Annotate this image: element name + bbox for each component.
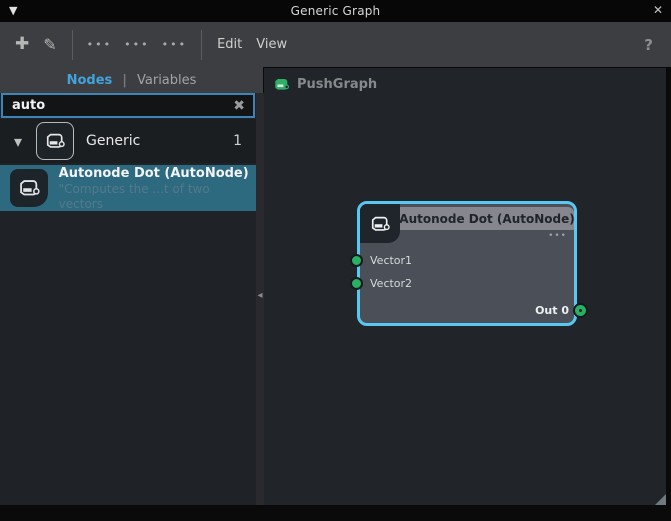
category-count: 1 — [233, 133, 242, 149]
search-result-autonode-dot[interactable]: Autonode Dot (AutoNode) "Computes the ..… — [0, 165, 256, 211]
input-row-vector1: Vector1 — [350, 254, 412, 267]
toolbar-separator — [201, 30, 202, 60]
menu-edit[interactable]: Edit — [210, 33, 249, 56]
input-pin-vector2[interactable] — [350, 277, 363, 290]
result-title: Autonode Dot (AutoNode) — [59, 165, 256, 182]
tab-nodes[interactable]: Nodes — [67, 73, 113, 88]
window-menu-icon[interactable]: ▼ — [9, 4, 17, 17]
output-row-out0: Out 0 — [535, 304, 586, 317]
ellipsis-button-2[interactable]: ••• — [118, 34, 155, 55]
output-pin-out0[interactable] — [575, 305, 586, 316]
menu-view[interactable]: View — [249, 33, 294, 56]
close-icon[interactable]: ✕ — [653, 3, 663, 17]
category-icon-button[interactable] — [36, 122, 74, 160]
edit-pencil-button[interactable]: ✎ — [36, 33, 63, 57]
input-pin-vector1[interactable] — [350, 254, 363, 267]
search-input[interactable]: auto ✖ — [1, 93, 255, 118]
ellipsis-button-1[interactable]: ••• — [81, 34, 118, 55]
input-label-vector1: Vector1 — [370, 254, 412, 267]
help-button[interactable]: ? — [634, 32, 663, 58]
sidebar-tab-strip: Nodes | Variables — [0, 67, 263, 93]
tab-variables[interactable]: Variables — [137, 73, 196, 88]
window-resize-grip[interactable] — [655, 494, 666, 505]
bottom-edge — [0, 505, 671, 521]
result-text: Autonode Dot (AutoNode) "Computes the ..… — [59, 165, 256, 212]
generic-graph-window: ▼ Generic Graph ✕ ✚ ✎ ••• ••• ••• Edit V… — [0, 0, 671, 521]
graph-tag-icon — [273, 76, 290, 93]
ellipsis-button-3[interactable]: ••• — [156, 34, 193, 55]
sidebar-resize-divider[interactable]: ◂ — [256, 93, 264, 505]
category-row-generic[interactable]: ▾ Generic 1 — [0, 119, 256, 163]
graph-canvas[interactable]: PushGraph Autonode Dot (AutoNode) ••• — [264, 68, 666, 505]
toolbar: ✚ ✎ ••• ••• ••• Edit View ? — [0, 22, 671, 67]
category-label: Generic — [86, 133, 233, 149]
add-node-button[interactable]: ✚ — [8, 32, 36, 57]
input-label-vector2: Vector2 — [370, 277, 412, 290]
clear-search-icon[interactable]: ✖ — [233, 98, 253, 114]
toolbar-separator — [72, 30, 73, 60]
title-bar: ▼ Generic Graph ✕ — [0, 0, 671, 22]
node-autonode-dot[interactable]: Autonode Dot (AutoNode) ••• Vector1 Vect… — [357, 201, 577, 326]
input-row-vector2: Vector2 — [350, 277, 412, 290]
window-title: Generic Graph — [0, 4, 671, 18]
node-options-icon[interactable]: ••• — [548, 231, 567, 241]
graph-name-label: PushGraph — [297, 77, 377, 92]
search-query-text[interactable]: auto — [3, 98, 233, 113]
node-tag-icon — [44, 130, 66, 152]
node-search-panel: auto ✖ ▾ Generic 1 — [0, 93, 256, 505]
node-title: Autonode Dot (AutoNode) — [399, 212, 574, 226]
node-tag-icon — [369, 213, 391, 235]
node-icon-box — [360, 204, 400, 243]
output-label-out0: Out 0 — [535, 304, 569, 317]
result-node-tag-icon — [10, 169, 48, 207]
result-description: "Computes the ...t of two vectors — [59, 182, 256, 212]
graph-breadcrumb: PushGraph — [273, 76, 377, 93]
tab-separator: | — [122, 73, 127, 88]
chevron-down-icon[interactable]: ▾ — [0, 132, 36, 151]
collapse-sidebar-icon[interactable]: ◂ — [257, 290, 262, 301]
